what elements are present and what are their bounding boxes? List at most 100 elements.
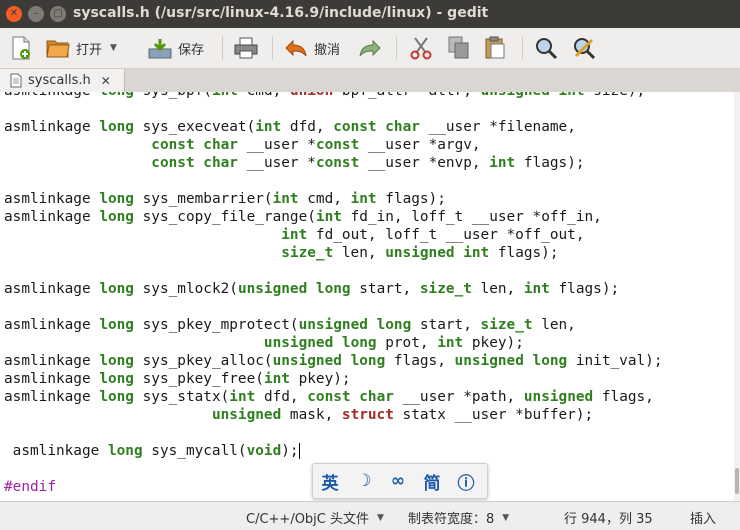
tab-syscalls-h[interactable]: syscalls.h ✕ <box>0 69 125 92</box>
scrollbar-thumb[interactable] <box>735 468 739 494</box>
print-button[interactable] <box>234 34 258 62</box>
code-keyword: size_t <box>281 245 334 261</box>
code-keyword: unsigned <box>298 317 368 333</box>
code-keyword: long <box>341 335 377 351</box>
code-text: sys_statx( <box>133 389 230 405</box>
code-text: __user *filename, <box>419 119 576 135</box>
code-keyword: unsigned <box>263 335 334 351</box>
code-text: pkey); <box>463 335 524 351</box>
code-line: unsigned mask, struct statx __user *buff… <box>4 406 663 424</box>
cut-button[interactable] <box>410 34 432 62</box>
code-text: flags); <box>549 281 620 297</box>
find-replace-button[interactable] <box>572 34 596 62</box>
code-keyword: long <box>99 191 134 207</box>
open-dropdown-icon[interactable]: ▼ <box>110 43 117 53</box>
status-bar: C/C++/ObjC 头文件 ▼ 制表符宽度：8 ▼ 行 944，列 35 插入 <box>0 501 740 530</box>
code-keyword: long <box>99 389 134 405</box>
open-button[interactable]: 打开 ▼ <box>46 34 117 62</box>
code-keyword: int <box>212 92 238 99</box>
redo-button[interactable] <box>358 34 382 62</box>
cut-icon <box>410 37 432 60</box>
code-text: mask, <box>281 407 342 423</box>
code-keyword: int <box>315 209 342 225</box>
code-text: asmlinkage <box>4 371 100 387</box>
paste-icon <box>485 36 505 59</box>
code-text: sys_membarrier( <box>133 191 273 207</box>
code-keyword: size_t <box>419 281 472 297</box>
code-text: __user * <box>237 137 316 153</box>
find-button[interactable] <box>534 34 558 62</box>
copy-button[interactable] <box>448 34 470 62</box>
minimize-window-button[interactable]: – <box>28 6 44 22</box>
paste-button[interactable] <box>484 34 506 62</box>
code-text: flags, <box>593 389 654 405</box>
code-keyword: const <box>307 389 351 405</box>
insert-mode: 插入 <box>690 512 717 527</box>
save-icon <box>148 39 172 59</box>
tab-width-label: 制表符宽度：8 <box>408 512 495 527</box>
undo-button[interactable]: 撤消 <box>284 34 340 62</box>
code-keyword: long <box>107 443 143 459</box>
code-keyword: const <box>333 119 377 135</box>
code-text: asmlinkage <box>4 443 108 459</box>
code-keyword: int <box>523 281 550 297</box>
code-text: ); <box>281 443 299 459</box>
ime-item[interactable]: ⓘ <box>449 469 483 494</box>
vertical-scrollbar[interactable] <box>734 92 740 501</box>
code-keyword: int <box>281 227 308 243</box>
code-text: sys_copy_file_range( <box>133 209 316 225</box>
ime-item[interactable]: 英 <box>313 469 347 494</box>
tab-close-icon[interactable]: ✕ <box>101 74 111 88</box>
maximize-window-button[interactable]: □ <box>50 6 66 22</box>
tab-width-selector[interactable]: 制表符宽度：8 ▼ <box>408 508 509 527</box>
code-editor[interactable]: asmlinkage long sys_bpf(int cmd, union b… <box>0 92 734 501</box>
code-text: bpf_attr *attr, <box>333 92 480 99</box>
code-text: __user * <box>237 155 316 171</box>
window-title: syscalls.h (/usr/src/linux-4.16.9/includ… <box>73 5 489 21</box>
code-text: cmd, <box>298 191 351 207</box>
code-keyword: long <box>99 209 134 225</box>
code-keyword: unsigned <box>523 389 594 405</box>
code-keyword: long <box>315 281 351 297</box>
code-text: __user *path, <box>393 389 524 405</box>
code-keyword: long <box>99 92 134 99</box>
language-label: C/C++/ObjC 头文件 <box>246 512 370 527</box>
language-selector[interactable]: C/C++/ObjC 头文件 ▼ <box>246 508 384 527</box>
search-icon <box>536 38 558 60</box>
ime-item[interactable]: ☽ <box>347 471 381 491</box>
code-text: asmlinkage <box>4 317 100 333</box>
code-text: dfd, <box>281 119 334 135</box>
ime-item[interactable]: ∞ <box>381 471 415 491</box>
code-keyword: int <box>489 155 516 171</box>
code-keyword: long <box>376 317 412 333</box>
code-line: unsigned long prot, int pkey); <box>4 334 663 352</box>
code-text: prot, <box>376 335 438 351</box>
code-text: asmlinkage <box>4 281 100 297</box>
code-keyword: int <box>255 119 282 135</box>
code-text: sys_bpf( <box>134 92 212 99</box>
code-line: asmlinkage long sys_pkey_free(int pkey); <box>4 370 663 388</box>
code-keyword: struct <box>341 407 394 423</box>
code-preprocessor: #endif <box>4 479 56 495</box>
save-button[interactable]: 保存 <box>148 34 204 62</box>
new-document-button[interactable] <box>10 34 32 62</box>
toolbar-separator <box>222 36 223 60</box>
code-text: flags); <box>489 245 559 261</box>
redo-icon <box>359 39 381 57</box>
ime-item[interactable]: 简 <box>415 469 449 494</box>
close-window-button[interactable]: ✕ <box>6 6 22 22</box>
code-keyword: const <box>151 155 195 171</box>
code-keyword: char <box>359 389 394 405</box>
code-keyword: char <box>203 155 238 171</box>
